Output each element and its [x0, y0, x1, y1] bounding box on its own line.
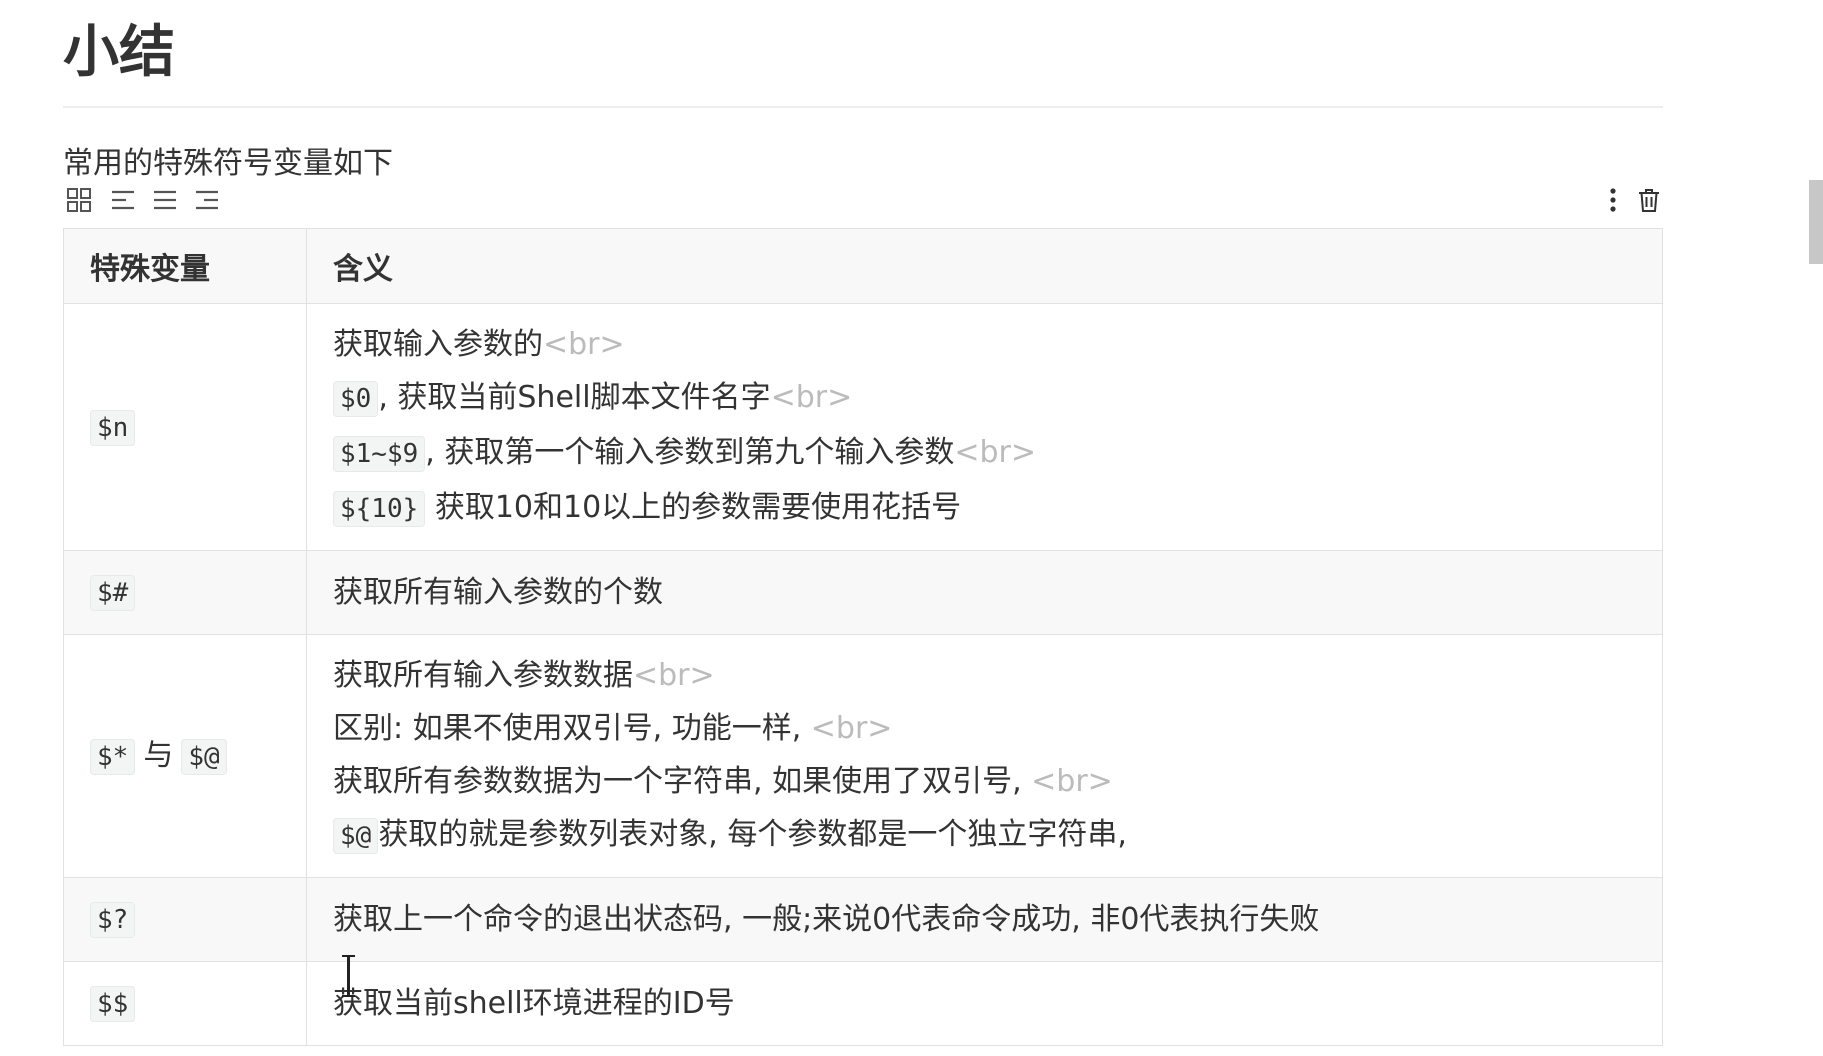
align-center-icon[interactable] [151, 186, 179, 214]
document-content: 小结 常用的特殊符号变量如下 特殊变量 含义 $n 获取输入参数的<br> $0… [63, 0, 1663, 1046]
meaning-text: 区别: 如果不使用双引号, 功能一样, [333, 711, 811, 746]
meaning-cell[interactable]: 获取上一个命令的退出状态码, 一般;来说0代表命令成功, 非0代表执行失败 [306, 877, 1663, 962]
variable-joiner: 与 [143, 737, 174, 773]
variable-code: $@ [181, 738, 227, 775]
special-variables-table: 特殊变量 含义 $n 获取输入参数的<br> $0, 获取当前Shell脚本文件名字… [63, 228, 1663, 1046]
meaning-text: 获取的就是参数列表对象, 每个参数都是一个独立字符串, [378, 817, 1127, 852]
variable-code: $* [90, 738, 136, 775]
meaning-cell[interactable]: 获取当前shell环境进程的ID号 [306, 961, 1663, 1046]
meaning-text: 获取输入参数的 [333, 327, 543, 362]
variable-cell[interactable]: $# [63, 550, 307, 635]
variable-code: $? [90, 902, 136, 938]
br-tag-text: <br> [770, 380, 853, 415]
br-tag-text: <br> [954, 435, 1037, 470]
meaning-line: 获取所有参数数据为一个字符串, 如果使用了双引号, <br> [333, 755, 1636, 808]
table-row: $* 与 $@ 获取所有输入参数数据<br> 区别: 如果不使用双引号, 功能一样, <… [63, 634, 1663, 878]
br-tag-text: <br> [633, 658, 715, 693]
meaning-text: 获取10和10以上的参数需要使用花括号 [425, 490, 962, 525]
table-row: $n 获取输入参数的<br> $0, 获取当前Shell脚本文件名字<br> $1~$… [63, 303, 1663, 551]
align-left-icon[interactable] [109, 186, 137, 214]
page-title: 小结 [63, 0, 1663, 108]
br-tag-text: <br> [543, 327, 625, 362]
trash-icon[interactable] [1635, 186, 1663, 214]
br-tag-text: <br> [810, 711, 893, 746]
meaning-text: , 获取当前Shell脚本文件名字 [378, 380, 771, 415]
meaning-text: , 获取第一个输入参数到第九个输入参数 [425, 435, 955, 470]
variable-cell[interactable]: $n [63, 303, 307, 551]
meaning-text: 获取所有输入参数数据 [333, 658, 633, 693]
meaning-cell[interactable]: 获取输入参数的<br> $0, 获取当前Shell脚本文件名字<br> $1~$9,… [306, 303, 1663, 551]
meaning-line: $0, 获取当前Shell脚本文件名字<br> [333, 371, 1636, 426]
table-header-row: 特殊变量 含义 [63, 228, 1663, 304]
meaning-text: 获取当前shell环境进程的ID号 [333, 986, 735, 1021]
table-row: $$ 获取当前shell环境进程的ID号 [63, 961, 1663, 1046]
meaning-cell[interactable]: 获取所有输入参数数据<br> 区别: 如果不使用双引号, 功能一样, <br> 获取… [306, 634, 1663, 878]
text-cursor [342, 955, 355, 997]
meaning-line: 获取所有输入参数数据<br> [333, 649, 1636, 702]
inline-code: ${10} [333, 491, 426, 527]
meaning-line: 获取输入参数的<br> [333, 318, 1636, 371]
intro-paragraph[interactable]: 常用的特殊符号变量如下 [63, 146, 1663, 182]
meaning-line: 区别: 如果不使用双引号, 功能一样, <br> [333, 702, 1636, 755]
meaning-line: 获取所有输入参数的个数 [333, 566, 1636, 619]
variable-cell[interactable]: $* 与 $@ [63, 634, 307, 878]
variable-code: $# [90, 575, 136, 611]
variable-cell[interactable]: $? [63, 877, 307, 962]
align-right-icon[interactable] [193, 186, 221, 214]
grid-icon[interactable] [65, 186, 93, 214]
vertical-scrollbar[interactable] [1809, 180, 1823, 264]
meaning-line: 获取上一个命令的退出状态码, 一般;来说0代表命令成功, 非0代表执行失败 [333, 893, 1636, 946]
meaning-text: 获取上一个命令的退出状态码, 一般;来说0代表命令成功, 非0代表执行失败 [333, 902, 1320, 937]
meaning-line: $@ 获取的就是参数列表对象, 每个参数都是一个独立字符串, [333, 808, 1636, 863]
meaning-line: $1~$9, 获取第一个输入参数到第九个输入参数<br> [333, 426, 1636, 481]
meaning-text: 获取所有参数数据为一个字符串, 如果使用了双引号, [333, 764, 1032, 799]
table-toolbar [63, 182, 1663, 218]
meaning-text: 获取所有输入参数的个数 [333, 575, 663, 610]
header-meaning[interactable]: 含义 [306, 228, 1663, 304]
more-vertical-icon[interactable] [1599, 186, 1627, 214]
variable-code: $$ [90, 986, 136, 1022]
table-row: $? 获取上一个命令的退出状态码, 一般;来说0代表命令成功, 非0代表执行失败 [63, 877, 1663, 962]
variable-cell[interactable]: $$ [63, 961, 307, 1046]
meaning-line: 获取当前shell环境进程的ID号 [333, 977, 1636, 1030]
meaning-cell[interactable]: 获取所有输入参数的个数 [306, 550, 1663, 635]
inline-code: $1~$9 [333, 436, 426, 472]
variable-code: $n [90, 409, 136, 446]
inline-code: $@ [333, 818, 379, 854]
table-row: $# 获取所有输入参数的个数 [63, 550, 1663, 635]
meaning-line: ${10} 获取10和10以上的参数需要使用花括号 [333, 481, 1636, 536]
inline-code: $0 [333, 381, 379, 417]
header-special-variable[interactable]: 特殊变量 [63, 228, 307, 304]
br-tag-text: <br> [1031, 764, 1113, 799]
